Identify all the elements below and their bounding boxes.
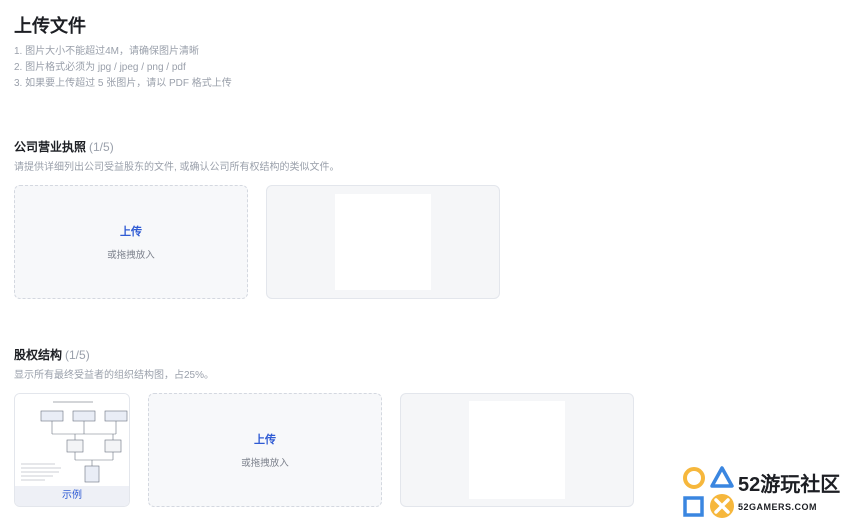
page-title: 上传文件 <box>14 16 86 36</box>
gamepad-symbols-icon <box>683 466 734 518</box>
drag-hint: 或拖拽放入 <box>241 458 289 469</box>
upload-link[interactable]: 上传 <box>254 431 276 447</box>
ownership-structure-uploaded-preview[interactable] <box>400 393 634 507</box>
drag-hint: 或拖拽放入 <box>107 250 155 261</box>
section-count: (1/5) <box>65 348 90 362</box>
ownership-structure-upload-dropzone[interactable]: 上传 或拖拽放入 <box>148 393 382 507</box>
uploaded-document-thumbnail <box>335 194 431 290</box>
watermark-subtext: 52GAMERS.COM <box>738 502 818 512</box>
rule-item: 3. 如果要上传超过 5 张图片，请以 PDF 格式上传 <box>14 78 232 89</box>
ownership-example-card[interactable]: 示例 <box>14 393 130 507</box>
upload-link[interactable]: 上传 <box>120 223 142 239</box>
org-chart-thumbnail <box>15 394 129 488</box>
business-license-description: 请提供详细列出公司受益股东的文件, 或确认公司所有权结构的类似文件。 <box>14 162 340 173</box>
business-license-uploaded-preview[interactable] <box>266 185 500 299</box>
watermark-text: 52游玩社区 <box>738 474 841 496</box>
rule-item: 1. 图片大小不能超过4M，请确保图片清晰 <box>14 46 200 57</box>
rule-item: 2. 图片格式必须为 jpg / jpeg / png / pdf <box>14 62 186 73</box>
uploaded-document-thumbnail <box>469 401 565 499</box>
upload-rules: 1. 图片大小不能超过4M，请确保图片清晰 2. 图片格式必须为 jpg / j… <box>14 44 232 92</box>
business-license-upload-dropzone[interactable]: 上传 或拖拽放入 <box>14 185 248 299</box>
section-title-text: 股权结构 <box>14 348 63 362</box>
section-count: (1/5) <box>89 140 114 154</box>
ownership-structure-description: 显示所有最终受益者的组织结构图，占25%。 <box>14 370 215 381</box>
site-watermark-logo: 52游玩社区 52GAMERS.COM <box>680 464 852 520</box>
section-title-text: 公司营业执照 <box>14 140 87 154</box>
business-license-title: 公司营业执照 (1/5) <box>14 138 114 155</box>
example-label: 示例 <box>15 486 129 506</box>
ownership-structure-title: 股权结构 (1/5) <box>14 346 90 363</box>
